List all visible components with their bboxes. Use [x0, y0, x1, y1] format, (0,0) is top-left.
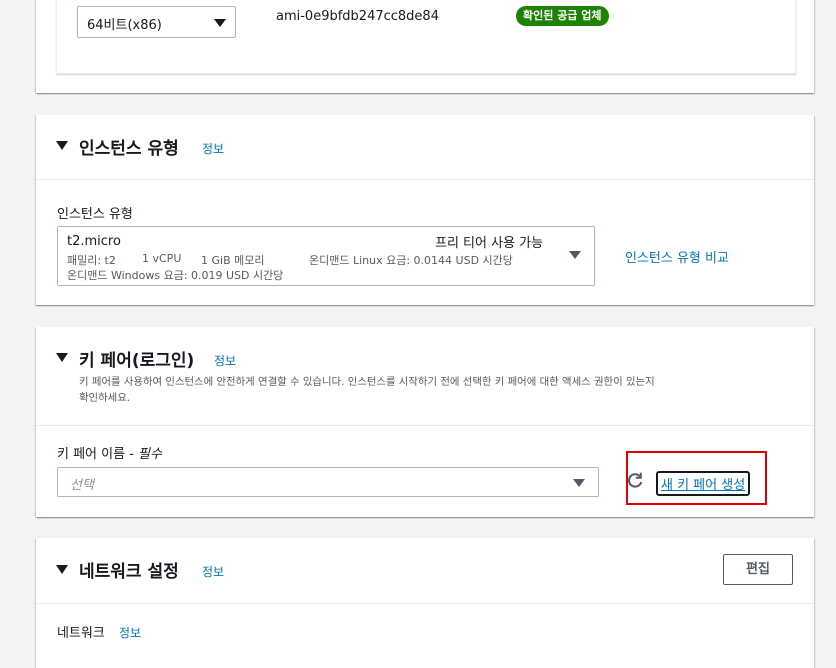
key-pair-card: 키 페어(로그인) 정보 키 페어를 사용하여 인스턴스에 안전하게 연결할 수…: [36, 327, 814, 517]
ami-card: 64비트(x86) ami-0e9bfdb247cc8de84 확인된 공급 업…: [36, 0, 814, 93]
free-tier-label: 프리 티어 사용 가능: [435, 236, 544, 251]
compare-instance-types-link[interactable]: 인스턴스 유형 비교: [625, 247, 729, 266]
create-key-pair-link[interactable]: 새 키 페어 생성: [656, 471, 751, 496]
required-label: 필수: [138, 447, 162, 462]
divider: [36, 179, 814, 180]
chevron-down-icon: [573, 479, 585, 487]
collapse-caret-icon[interactable]: [56, 141, 68, 150]
network-info-link[interactable]: 정보: [119, 624, 141, 641]
spec-vcpu: 1 vCPU: [142, 252, 182, 265]
ami-inner-panel: 64비트(x86) ami-0e9bfdb247cc8de84 확인된 공급 업…: [56, 0, 796, 74]
key-pair-description-line2: 확인하세요.: [79, 392, 131, 404]
edit-button-label: 편집: [746, 562, 770, 577]
spec-windows-price: 온디맨드 Windows 요금: 0.019 USD 시간당: [67, 269, 284, 282]
edit-button[interactable]: 편집: [723, 554, 793, 585]
ami-id: ami-0e9bfdb247cc8de84: [276, 9, 439, 24]
architecture-select-value: 64비트(x86): [87, 18, 162, 33]
key-pair-select[interactable]: 선택: [57, 467, 599, 497]
instance-type-label: 인스턴스 유형: [57, 207, 133, 222]
info-link[interactable]: 정보: [202, 563, 224, 580]
key-pair-description-line1: 키 페어를 사용하여 인스턴스에 안전하게 연결할 수 있습니다. 인스턴스를 …: [79, 376, 655, 388]
chevron-down-icon: [569, 251, 581, 259]
spec-family: 패밀리: t2: [67, 254, 116, 267]
info-link[interactable]: 정보: [202, 140, 224, 157]
section-title: 네트워크 설정: [79, 562, 179, 582]
spec-linux-price: 온디맨드 Linux 요금: 0.0144 USD 시간당: [309, 254, 513, 267]
spec-memory: 1 GiB 메모리: [201, 254, 265, 267]
verified-provider-badge: 확인된 공급 업체: [516, 6, 609, 26]
key-pair-name-label-text: 키 페어 이름 -: [57, 447, 139, 462]
info-link[interactable]: 정보: [214, 352, 236, 369]
chevron-down-icon: [214, 19, 226, 27]
instance-type-name: t2.micro: [67, 234, 121, 249]
collapse-caret-icon[interactable]: [56, 565, 68, 574]
section-title: 인스턴스 유형: [79, 139, 179, 159]
key-pair-name-label: 키 페어 이름 - 필수: [57, 443, 162, 462]
section-title: 키 페어(로그인): [79, 351, 195, 371]
key-pair-select-placeholder: 선택: [70, 478, 94, 493]
network-label: 네트워크: [57, 626, 105, 641]
divider: [36, 425, 814, 426]
instance-type-card: 인스턴스 유형 정보 인스턴스 유형 t2.micro 프리 티어 사용 가능 …: [36, 115, 814, 305]
instance-type-select[interactable]: t2.micro 프리 티어 사용 가능 패밀리: t2 1 vCPU 1 Gi…: [57, 226, 595, 286]
network-settings-card: 네트워크 설정 정보 편집 네트워크 정보: [36, 538, 814, 668]
architecture-select[interactable]: 64비트(x86): [77, 6, 236, 38]
divider: [36, 603, 814, 604]
collapse-caret-icon[interactable]: [56, 353, 68, 362]
